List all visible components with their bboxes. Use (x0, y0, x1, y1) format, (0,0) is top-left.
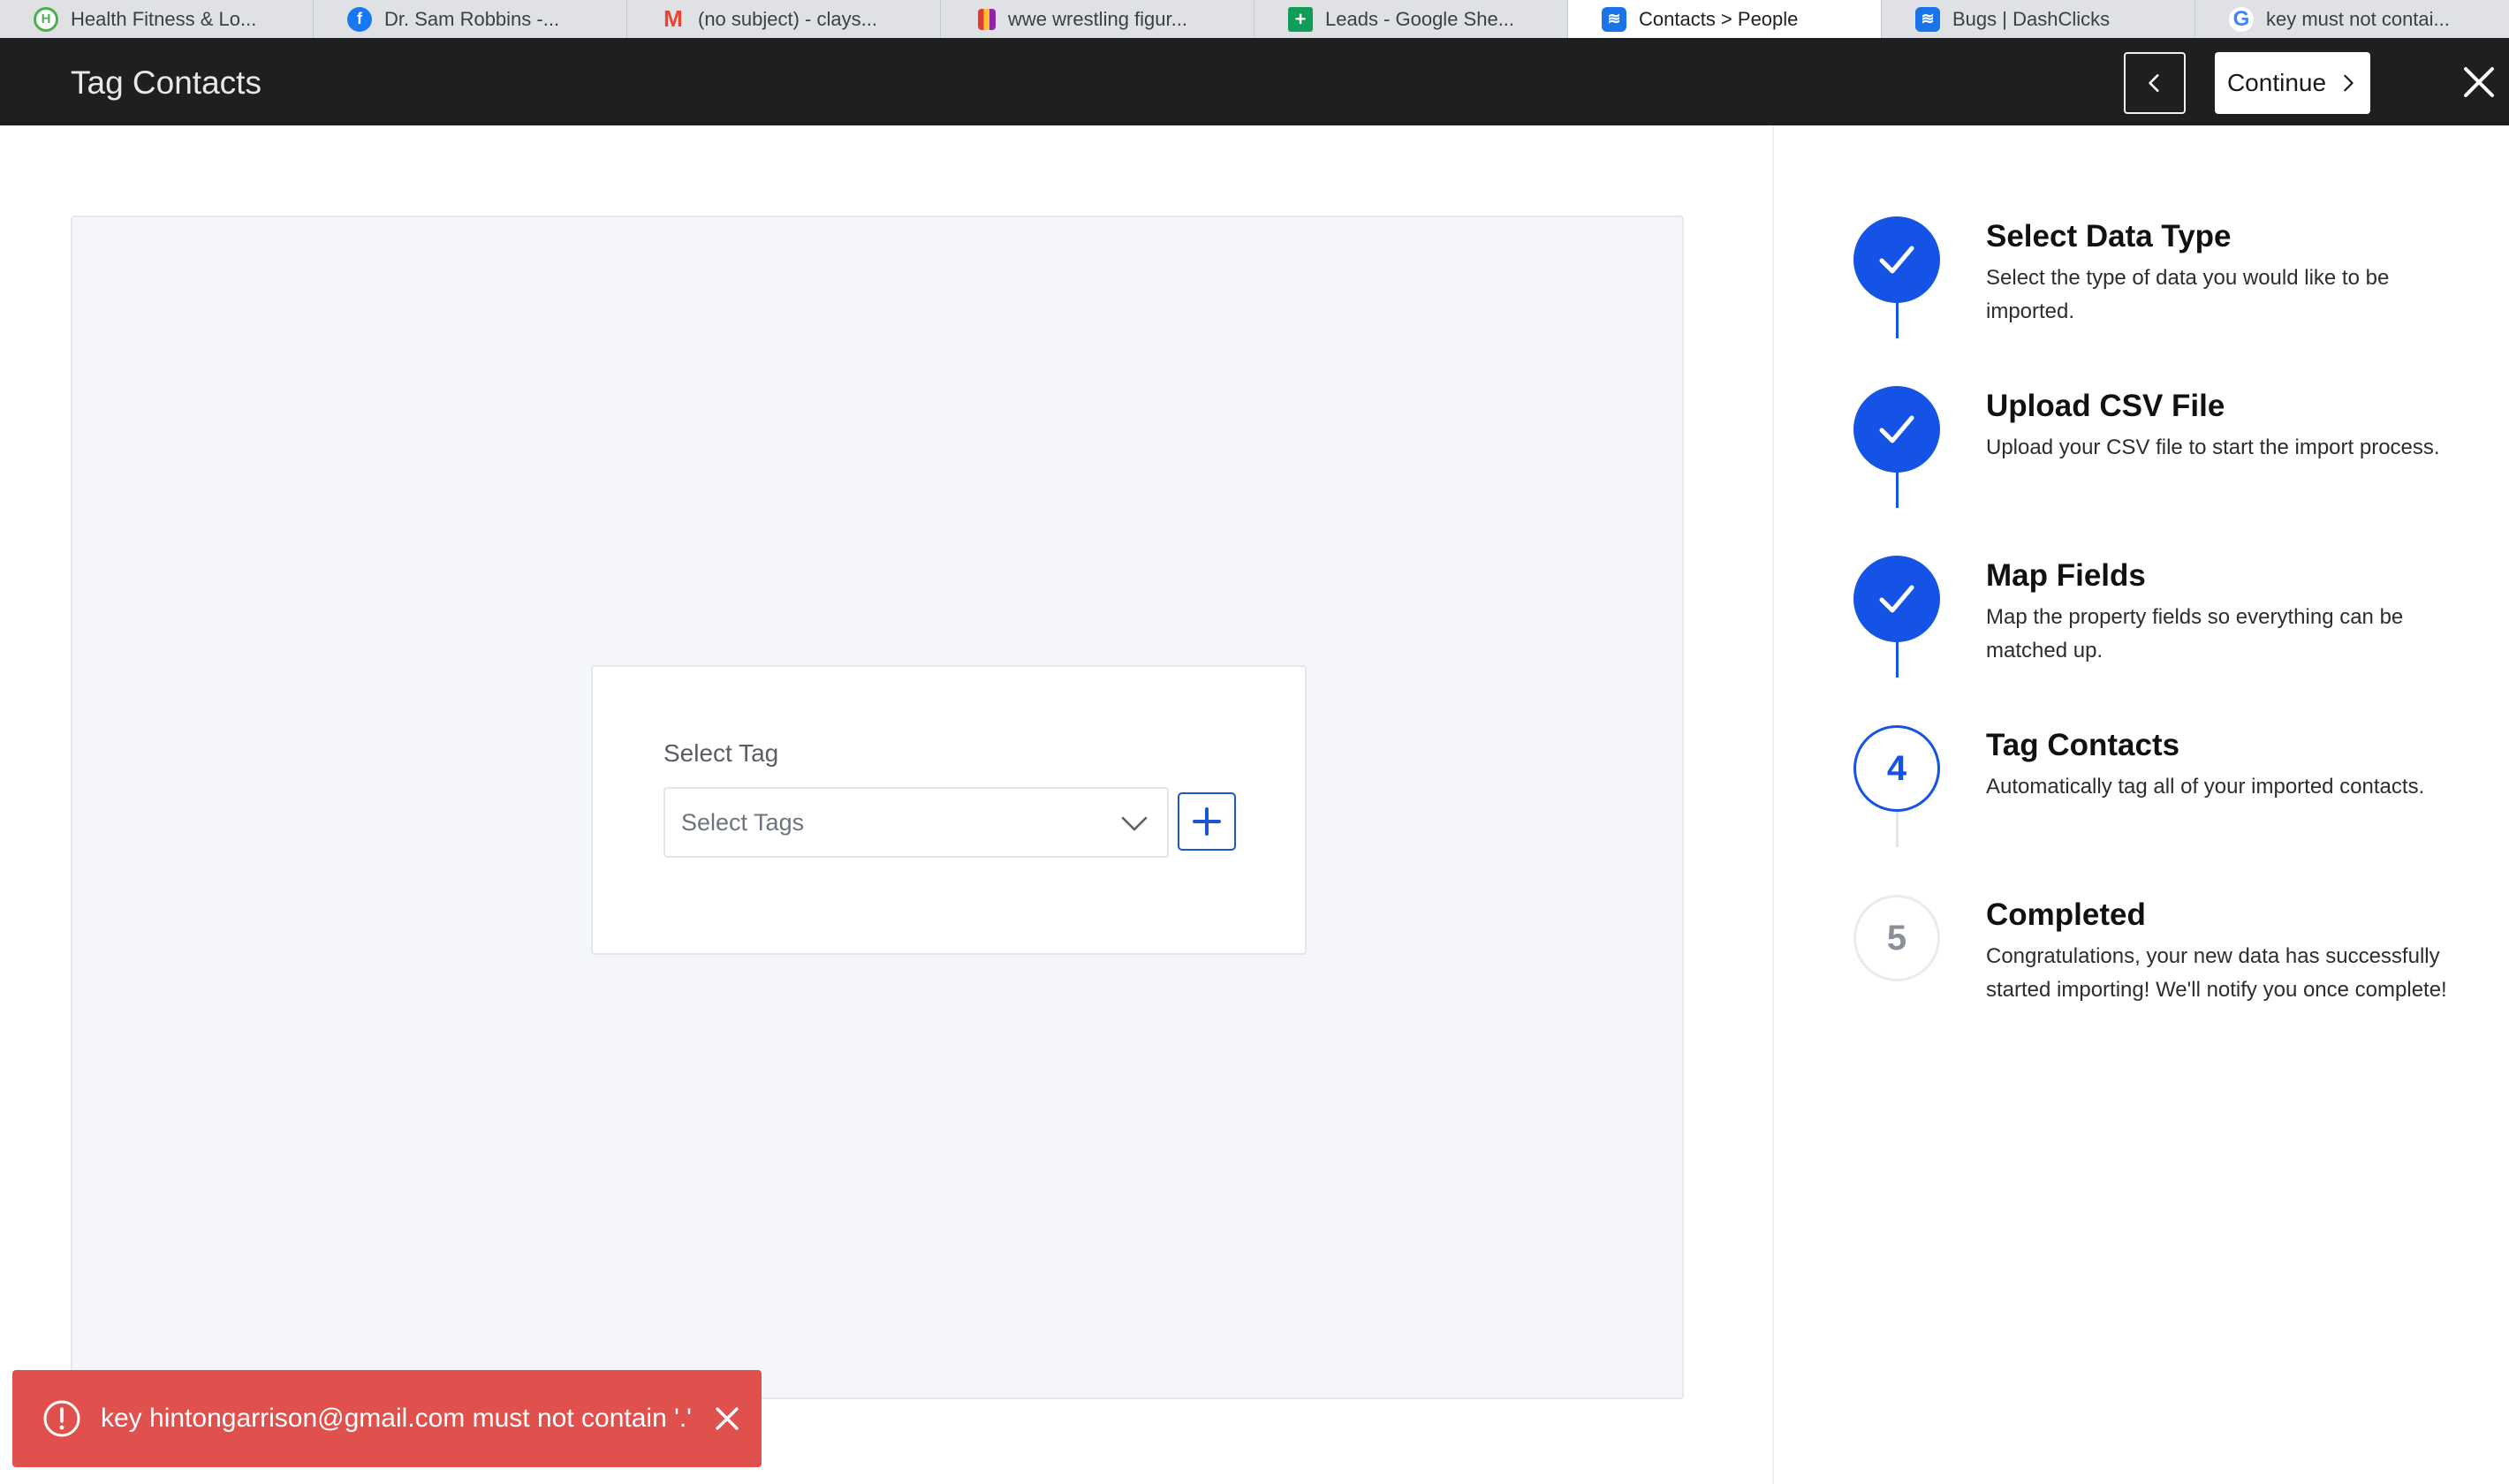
close-icon[interactable] (712, 1404, 742, 1434)
gmail-icon: M (663, 5, 683, 32)
health-fitness-favicon-icon: H (34, 6, 58, 32)
step-description: Map the property fields so everything ca… (1986, 605, 2404, 662)
chevron-left-icon (2149, 74, 2159, 92)
dashclicks-icon: ≋ (1915, 6, 1940, 32)
main-content-panel: Select Tag Select Tags (71, 216, 1684, 1399)
browser-tab[interactable]: + Leads - Google She... (1254, 0, 1568, 38)
step-description: Upload your CSV file to start the import… (1986, 435, 2440, 459)
step-description: Select the type of data you would like t… (1986, 266, 2390, 323)
google-sheets-icon: + (1288, 6, 1313, 32)
chevron-right-icon (2344, 74, 2354, 92)
select-tag-card: Select Tag Select Tags (591, 665, 1307, 955)
step-description: Automatically tag all of your imported c… (1986, 775, 2425, 799)
browser-tab-title: Leads - Google She... (1325, 7, 1515, 30)
google-icon: G (2229, 6, 2254, 32)
browser-tab[interactable]: G key must not contai... (2195, 0, 2509, 38)
browser-tab-title: Dr. Sam Robbins -... (384, 7, 560, 30)
select-tags-placeholder: Select Tags (681, 808, 805, 836)
shopping-bag-icon (978, 8, 996, 30)
step-title: Map Fields (1986, 558, 2146, 593)
step-title: Upload CSV File (1986, 389, 2225, 423)
step-pending-indicator: 5 (1853, 895, 1940, 981)
browser-tab-title: Bugs | DashClicks (1952, 7, 2111, 30)
browser-tab-active[interactable]: ≋ Contacts > People (1568, 0, 1882, 38)
facebook-icon: f (347, 6, 372, 32)
continue-button-label: Continue (2226, 69, 2327, 96)
browser-tab[interactable]: wwe wrestling figur... (941, 0, 1254, 38)
alert-circle-icon (43, 1400, 80, 1437)
step-complete-indicator (1853, 556, 1940, 642)
step-number: 5 (1886, 918, 1907, 958)
browser-tab-title: key must not contai... (2266, 7, 2450, 30)
select-tags-dropdown[interactable]: Select Tags (663, 787, 1169, 858)
checkmark-icon (1879, 246, 1914, 274)
browser-tab-title: Health Fitness & Lo... (71, 7, 257, 30)
wizard-header: Tag Contacts Continue (0, 38, 2509, 125)
chevron-down-icon (1121, 816, 1148, 831)
browser-tab-title: (no subject) - clays... (698, 7, 877, 30)
browser-tab[interactable]: ≋ Bugs | DashClicks (1882, 0, 2195, 38)
close-icon[interactable] (2461, 64, 2497, 100)
step-complete-indicator (1853, 216, 1940, 303)
page-title: Tag Contacts (71, 64, 262, 101)
browser-tab-title: Contacts > People (1639, 7, 1799, 30)
dashclicks-icon: ≋ (1602, 6, 1626, 32)
select-tag-label: Select Tag (663, 739, 779, 767)
continue-button[interactable]: Continue (2215, 52, 2370, 114)
step-title: Completed (1986, 897, 2146, 932)
step-description: Congratulations, your new data has succe… (1986, 944, 2447, 1002)
add-tag-button[interactable] (1178, 792, 1236, 851)
checkmark-icon (1879, 415, 1914, 443)
plus-icon (1193, 807, 1221, 836)
step-title: Select Data Type (1986, 219, 2232, 254)
checkmark-icon (1879, 585, 1914, 613)
import-steps-panel: Select Data Type Select the type of data… (1772, 125, 2509, 1484)
step-complete-indicator (1853, 386, 1940, 473)
browser-tab[interactable]: M (no subject) - clays... (627, 0, 941, 38)
error-toast: key hintongarrison@gmail.com must not co… (12, 1370, 762, 1467)
browser-tab[interactable]: H Health Fitness & Lo... (0, 0, 314, 38)
error-toast-message: key hintongarrison@gmail.com must not co… (101, 1404, 692, 1433)
step-title: Tag Contacts (1986, 728, 2180, 762)
step-current-indicator: 4 (1853, 725, 1940, 812)
browser-tab-strip: H Health Fitness & Lo... f Dr. Sam Robbi… (0, 0, 2509, 38)
browser-tab-title: wwe wrestling figur... (1008, 7, 1187, 30)
browser-tab[interactable]: f Dr. Sam Robbins -... (314, 0, 627, 38)
step-number: 4 (1886, 748, 1907, 788)
back-button[interactable] (2124, 52, 2186, 114)
